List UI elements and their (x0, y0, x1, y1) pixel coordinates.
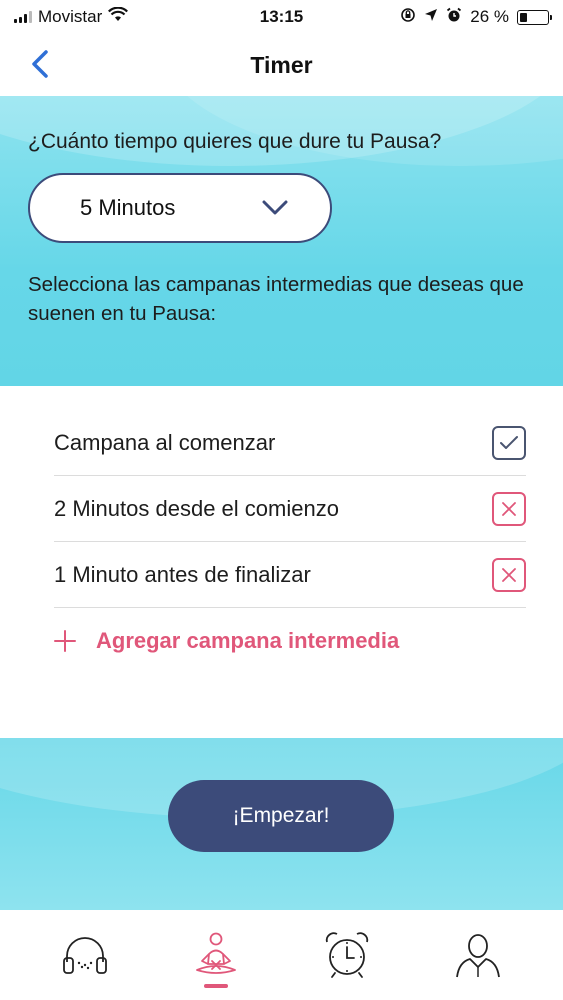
bell-list: Campana al comenzar 2 Minutos desde el c… (54, 410, 526, 608)
active-tab-indicator (204, 984, 229, 988)
remove-bell-button[interactable] (492, 557, 526, 592)
status-left: Movistar (14, 6, 129, 27)
list-item: Campana al comenzar (54, 410, 526, 476)
tab-timer[interactable] (181, 920, 251, 990)
close-icon (502, 501, 516, 516)
chevron-down-icon (262, 200, 288, 215)
plus-icon (54, 630, 76, 652)
wifi-icon (108, 6, 129, 27)
alarm-clock-icon (325, 932, 368, 978)
tab-profile[interactable] (443, 920, 513, 990)
close-icon (502, 567, 516, 582)
tab-alarm[interactable] (312, 920, 382, 990)
duration-select-value: 5 Minutos (80, 195, 176, 220)
battery-icon (517, 9, 552, 25)
meditation-icon (196, 932, 237, 974)
headphones-icon (63, 937, 108, 974)
profile-icon (455, 934, 500, 978)
status-right: 26 % (400, 7, 552, 28)
remove-bell-button[interactable] (492, 491, 526, 526)
add-bell-label: Agregar campana intermedia (96, 628, 400, 653)
chevron-left-icon (32, 50, 48, 78)
bell-label: 2 Minutos desde el comienzo (54, 495, 339, 521)
back-button[interactable] (22, 46, 58, 82)
status-bar: Movistar 13:15 26 % (0, 0, 563, 34)
duration-select[interactable]: 5 Minutos (28, 173, 332, 243)
duration-panel: ¿Cuánto tiempo quieres que dure tu Pausa… (0, 96, 563, 386)
duration-prompt: ¿Cuánto tiempo quieres que dure tu Pausa… (28, 130, 442, 153)
bell-checkbox[interactable] (492, 425, 526, 460)
tab-audio[interactable] (50, 920, 120, 990)
bell-label: 1 Minuto antes de finalizar (54, 561, 311, 587)
start-panel: ¡Empezar! (0, 738, 563, 910)
list-item: 2 Minutos desde el comienzo (54, 476, 526, 542)
nav-bar: Timer (0, 34, 563, 96)
bells-prompt: Selecciona las campanas intermedias que … (28, 273, 524, 325)
tab-bar (0, 910, 563, 1000)
carrier-label: Movistar (38, 7, 103, 26)
checkmark-icon (500, 435, 518, 449)
add-bell-button[interactable]: Agregar campana intermedia (54, 628, 399, 654)
signal-icon (14, 11, 32, 23)
page-title: Timer (250, 51, 313, 78)
list-item: 1 Minuto antes de finalizar (54, 542, 526, 608)
battery-percent: 26 % (470, 7, 509, 26)
start-button[interactable]: ¡Empezar! (168, 780, 394, 852)
alarm-icon (446, 7, 462, 28)
bell-label: Campana al comenzar (54, 429, 276, 455)
orientation-lock-icon (400, 7, 416, 28)
location-icon (424, 7, 438, 27)
